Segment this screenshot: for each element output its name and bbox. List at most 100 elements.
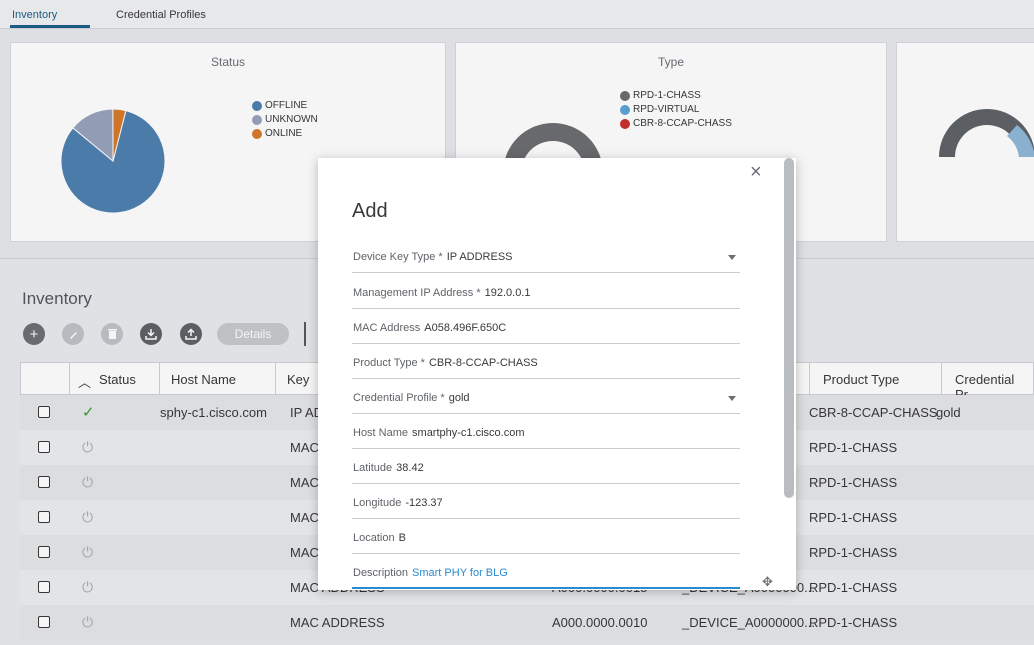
form-field-management-ip-address[interactable]: Management IP Address * 192.0.0.1 xyxy=(352,283,740,309)
field-label: Device Key Type * IP ADDRESS xyxy=(353,251,513,263)
key-type-cell: MAC ADDRESS xyxy=(290,615,385,630)
legend-item-rpd-virtual: RPD-VIRTUAL xyxy=(620,103,732,117)
field-value[interactable]: CBR-8-CCAP-CHASS xyxy=(429,357,538,369)
status-card-title: Status xyxy=(210,55,246,69)
form-field-description[interactable]: Description Smart PHY for BLG xyxy=(352,563,740,589)
dialog-scrollbar[interactable] xyxy=(784,158,794,498)
inventory-title: Inventory xyxy=(22,289,92,308)
column-header-status[interactable]: Status xyxy=(99,372,136,387)
key-type-cell: MAC xyxy=(290,475,319,490)
power-icon: ⏻ xyxy=(82,614,94,630)
field-value[interactable]: A058.496F.650C xyxy=(424,322,506,334)
power-icon: ⏻ xyxy=(82,544,94,560)
legend-item-rpd-1-chass: RPD-1-CHASS xyxy=(620,89,732,103)
upload-icon xyxy=(185,328,197,340)
column-header-key[interactable]: Key xyxy=(287,372,309,387)
row-checkbox[interactable] xyxy=(38,546,50,558)
field-label: Description Smart PHY for BLG xyxy=(353,567,508,579)
dropdown-caret-icon[interactable] xyxy=(728,255,736,260)
row-checkbox[interactable] xyxy=(38,616,50,628)
form-field-longitude[interactable]: Longitude -123.37 xyxy=(352,493,740,519)
add-device-dialog: × Add Device Key Type * IP ADDRESS Managem… xyxy=(318,158,796,590)
device-cell: _DEVICE_A0000000... xyxy=(682,615,815,630)
form-field-latitude[interactable]: Latitude 38.42 xyxy=(352,458,740,484)
mac-cell: A000.0000.0010 xyxy=(552,615,648,630)
key-type-cell: MAC xyxy=(290,545,319,560)
upload-button[interactable] xyxy=(180,323,202,345)
field-value[interactable]: 192.0.0.1 xyxy=(485,287,531,299)
top-tab-bar: Inventory Credential Profiles xyxy=(0,0,1034,29)
field-value[interactable]: B xyxy=(399,532,406,544)
resize-move-icon[interactable]: ✥ xyxy=(762,574,773,590)
form-field-mac-address[interactable]: MAC Address A058.496F.650C xyxy=(352,318,740,344)
field-value[interactable]: IP ADDRESS xyxy=(447,251,513,263)
delete-button[interactable] xyxy=(101,323,123,345)
form-field-device-key-type[interactable]: Device Key Type * IP ADDRESS xyxy=(352,247,740,273)
edit-button[interactable] xyxy=(62,323,84,345)
type-legend: RPD-1-CHASS RPD-VIRTUAL CBR-8-CCAP-CHASS xyxy=(620,89,732,131)
add-button[interactable]: + xyxy=(23,323,45,345)
sort-ascending-icon[interactable]: ︿ xyxy=(78,372,91,391)
check-icon: ✓ xyxy=(82,404,95,421)
row-checkbox[interactable] xyxy=(38,441,50,453)
legend-item-unknown: UNKNOWN xyxy=(252,113,318,127)
details-button[interactable]: Details xyxy=(217,323,289,345)
third-donut-chart xyxy=(939,109,1034,157)
third-card xyxy=(896,42,1034,242)
cbr-8-dot-icon xyxy=(620,119,630,129)
active-tab-indicator xyxy=(10,25,90,28)
row-checkbox[interactable] xyxy=(38,476,50,488)
field-label: Product Type * CBR-8-CCAP-CHASS xyxy=(353,357,538,369)
form-field-host-name[interactable]: Host Name smartphy-c1.cisco.com xyxy=(352,423,740,449)
tab-credential-profiles[interactable]: Credential Profiles xyxy=(116,9,206,21)
host-name-cell: sphy-c1.cisco.com xyxy=(160,405,267,420)
form-field-location[interactable]: Location B xyxy=(352,528,740,554)
download-icon xyxy=(145,329,157,340)
download-button[interactable] xyxy=(140,323,162,345)
status-pie-chart xyxy=(60,108,166,214)
field-value[interactable]: 38.42 xyxy=(396,462,424,474)
form-field-product-type[interactable]: Product Type * CBR-8-CCAP-CHASS xyxy=(352,353,740,379)
status-legend: OFFLINE UNKNOWN ONLINE xyxy=(252,99,318,141)
close-icon[interactable]: × xyxy=(750,161,762,184)
unknown-dot-icon xyxy=(252,115,262,125)
tab-inventory[interactable]: Inventory xyxy=(12,9,57,21)
offline-dot-icon xyxy=(252,101,262,111)
dropdown-caret-icon[interactable] xyxy=(728,396,736,401)
column-header-host-name[interactable]: Host Name xyxy=(171,372,236,387)
row-checkbox[interactable] xyxy=(38,511,50,523)
plus-icon: + xyxy=(29,325,39,343)
product-type-cell: CBR-8-CCAP-CHASS xyxy=(809,405,938,420)
form-field-credential-profile[interactable]: Credential Profile * gold xyxy=(352,388,740,414)
product-type-cell: RPD-1-CHASS xyxy=(809,545,898,560)
field-value[interactable]: smartphy-c1.cisco.com xyxy=(412,427,524,439)
field-value[interactable]: -123.37 xyxy=(405,497,442,509)
power-icon: ⏻ xyxy=(82,509,94,525)
product-type-cell: RPD-1-CHASS xyxy=(809,615,898,630)
key-type-cell: MAC xyxy=(290,510,319,525)
power-icon: ⏻ xyxy=(82,474,94,490)
field-label: MAC Address A058.496F.650C xyxy=(353,322,507,334)
product-type-cell: RPD-1-CHASS xyxy=(809,510,898,525)
power-icon: ⏻ xyxy=(82,439,94,455)
field-label: Latitude 38.42 xyxy=(353,462,424,474)
dialog-title: Add xyxy=(352,200,388,222)
key-type-cell: MAC xyxy=(290,440,319,455)
rpd-virtual-dot-icon xyxy=(620,105,630,115)
online-dot-icon xyxy=(252,129,262,139)
type-card-title: Type xyxy=(657,55,684,69)
field-label: Management IP Address * 192.0.0.1 xyxy=(353,287,531,299)
row-checkbox[interactable] xyxy=(38,406,50,418)
row-checkbox[interactable] xyxy=(38,581,50,593)
field-value[interactable]: Smart PHY for BLG xyxy=(412,567,508,579)
product-type-cell: RPD-1-CHASS xyxy=(809,475,898,490)
field-value[interactable]: gold xyxy=(449,392,470,404)
table-row[interactable]: ⏻ MAC ADDRESS A000.0000.0010 _DEVICE_A00000… xyxy=(20,605,1034,640)
pencil-icon xyxy=(69,331,77,339)
credential-cell: gold xyxy=(936,405,961,420)
field-label: Credential Profile * gold xyxy=(353,392,470,404)
field-label: Host Name smartphy-c1.cisco.com xyxy=(353,427,525,439)
field-label: Longitude -123.37 xyxy=(353,497,443,509)
legend-item-cbr-8-ccap-chass: CBR-8-CCAP-CHASS xyxy=(620,117,732,131)
column-header-product-type[interactable]: Product Type xyxy=(823,372,899,387)
